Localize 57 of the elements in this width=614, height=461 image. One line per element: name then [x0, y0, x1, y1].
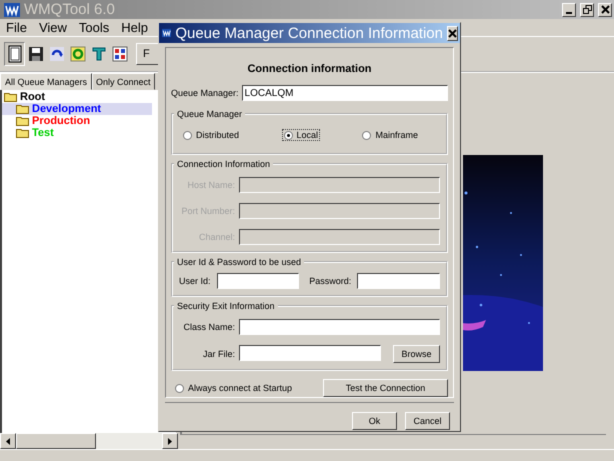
menu-item[interactable]: Tools [78, 20, 110, 35]
radio-option[interactable]: Always connect at Startup [173, 382, 294, 394]
app-icon [4, 2, 20, 16]
scroll-left-button[interactable] [0, 433, 16, 449]
close-button[interactable] [598, 2, 612, 16]
radio-option[interactable]: Local [282, 129, 320, 141]
window-title: WMQTool 6.0 [24, 1, 116, 18]
input-field[interactable] [357, 273, 440, 289]
field-label: User Id: [179, 276, 211, 286]
group-title: Security Exit Information [176, 301, 276, 311]
input-field[interactable] [239, 345, 381, 361]
minimize-icon [566, 12, 572, 14]
browse-button[interactable]: Browse [393, 345, 440, 363]
tree-item[interactable]: Development [2, 103, 152, 115]
right-arrow-icon [168, 438, 172, 444]
scroll-thumb[interactable] [16, 433, 96, 449]
dialog-title: Queue Manager Connection Information [175, 24, 443, 42]
test-connection-button[interactable]: Test the Connection [323, 379, 448, 397]
group-title: Connection Information [176, 159, 272, 169]
menu-item[interactable]: File [5, 20, 28, 35]
close-icon [448, 28, 457, 38]
field-label: Class Name: [182, 322, 235, 332]
field-label: Password: [309, 276, 352, 286]
group-title: User Id & Password to be used [176, 257, 302, 267]
toolbar-button[interactable] [4, 42, 25, 66]
menu-item[interactable]: Help [120, 20, 150, 35]
radio-option[interactable]: Mainframe [360, 129, 420, 141]
input-field[interactable] [239, 319, 440, 335]
folder-icon [16, 104, 29, 114]
tree-item[interactable]: Root [2, 91, 152, 103]
grid-icon [112, 46, 128, 62]
tree-item[interactable]: Production [2, 115, 152, 127]
left-arrow-icon [6, 438, 10, 444]
input-field[interactable] [216, 273, 300, 289]
close-button[interactable] [447, 26, 458, 40]
folder-icon [16, 128, 29, 138]
refresh-icon [48, 46, 64, 62]
menu-item[interactable]: View [38, 20, 68, 35]
restore-icon [582, 5, 592, 14]
section-heading: Connection information [246, 63, 373, 75]
group-title: Queue Manager [176, 109, 244, 119]
field-label: Queue Manager: [171, 88, 239, 98]
queue-manager-field[interactable]: LOCALQM [242, 85, 448, 101]
app-icon [162, 26, 172, 40]
scroll-right-button[interactable] [162, 433, 178, 449]
dialog-button[interactable]: Ok [352, 412, 397, 430]
radio-option[interactable]: Distributed [181, 129, 242, 141]
field-label: Jar File: [202, 349, 235, 359]
dialog-button[interactable]: Cancel [405, 412, 450, 430]
tab[interactable]: All Queue Managers [0, 73, 92, 90]
minimize-button[interactable] [562, 2, 576, 16]
horizontal-scrollbar[interactable] [0, 433, 178, 449]
door-icon [8, 45, 22, 63]
close-icon [600, 5, 610, 14]
restore-button[interactable] [580, 2, 594, 16]
tab[interactable]: Only Connect [92, 73, 155, 90]
cycle-icon [70, 46, 86, 62]
